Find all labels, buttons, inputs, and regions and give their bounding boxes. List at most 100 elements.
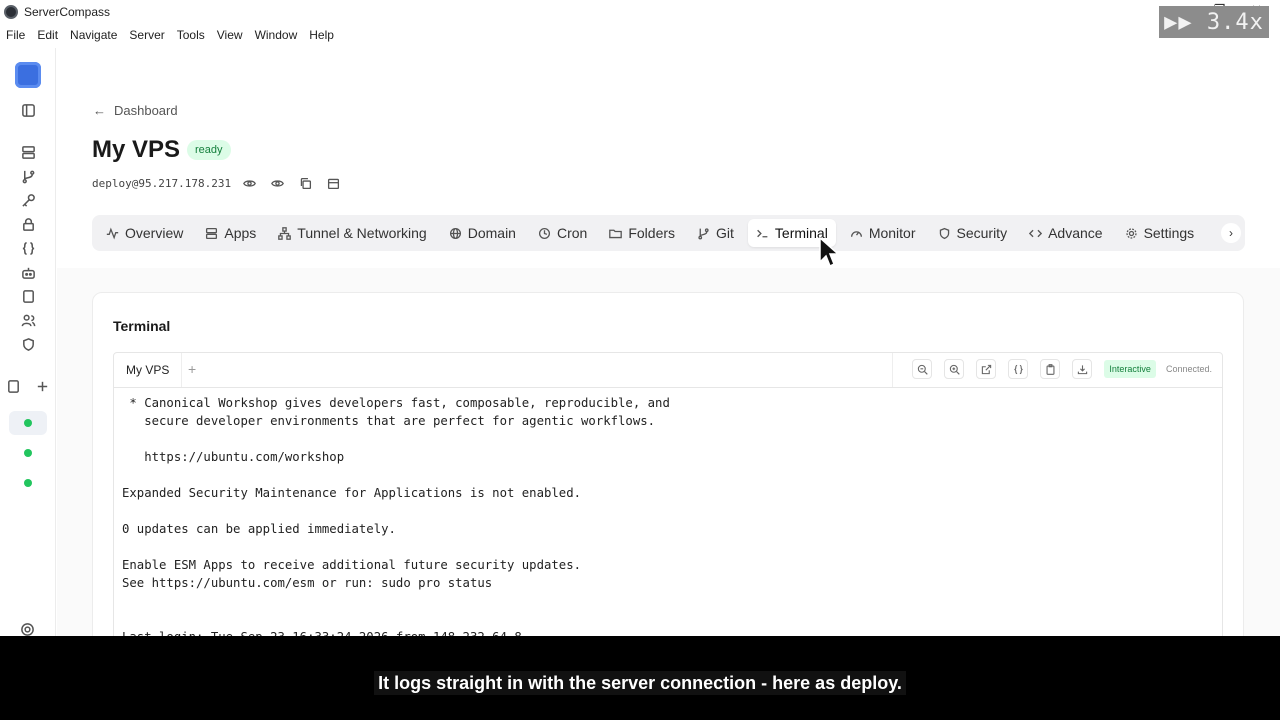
add-server-icon[interactable] — [34, 378, 50, 394]
tab-cron[interactable]: Cron — [530, 219, 595, 247]
title-bar: ServerCompass — ❐ ✕ — [0, 0, 1280, 24]
interactive-mode-badge[interactable]: Interactive — [1104, 360, 1156, 378]
external-link-icon[interactable] — [976, 359, 997, 379]
users-icon[interactable] — [20, 312, 36, 328]
terminal-line: Enable ESM Apps to receive additional fu… — [122, 558, 582, 572]
zoom-in-icon[interactable] — [944, 359, 965, 379]
eye-icon[interactable] — [269, 175, 285, 191]
tab-tunnel-networking[interactable]: Tunnel & Networking — [270, 219, 434, 247]
server-status-item-2[interactable] — [9, 441, 47, 465]
terminal-line: https://ubuntu.com/workshop — [122, 450, 345, 464]
tab-label: Overview — [125, 225, 184, 241]
server-status-item-3[interactable] — [9, 471, 47, 495]
zoom-out-icon[interactable] — [912, 359, 933, 379]
globe-icon — [449, 227, 461, 239]
main-content: ← Dashboard My VPS ready deploy@95.217.1… — [57, 48, 1280, 658]
sidebar-toggle-icon[interactable] — [20, 102, 36, 118]
download-icon[interactable] — [1072, 359, 1093, 379]
menu-file[interactable]: File — [6, 28, 25, 42]
new-window-icon[interactable] — [5, 378, 21, 394]
tab-security[interactable]: Security — [930, 219, 1016, 247]
caption-line: It logs straight in with the server conn… — [374, 671, 906, 695]
tab-overview[interactable]: Overview — [98, 219, 191, 247]
key-icon[interactable] — [20, 192, 36, 208]
server-tabs: Overview Apps Tunnel & Networking Domain… — [92, 215, 1245, 251]
tab-settings[interactable]: Settings — [1117, 219, 1203, 247]
calendar-icon[interactable] — [325, 175, 341, 191]
page-title: My VPS — [92, 136, 181, 163]
terminal-toolbar: My VPS + Interactive Connected. — [113, 352, 1223, 388]
code-icon — [1029, 229, 1043, 237]
shield-icon — [939, 227, 949, 239]
menu-help[interactable]: Help — [309, 28, 334, 42]
tab-git[interactable]: Git — [689, 219, 742, 247]
terminal-line: secure developer environments that are p… — [122, 414, 656, 428]
app-title: ServerCompass — [24, 5, 111, 19]
eye-icon[interactable] — [241, 175, 257, 191]
clock-icon — [538, 227, 550, 239]
online-dot-icon — [24, 479, 32, 487]
folder-icon — [609, 229, 623, 238]
arrow-left-icon: ← — [93, 103, 106, 118]
server-header: ← Dashboard My VPS ready deploy@95.217.1… — [57, 48, 1280, 268]
host-address: deploy@95.217.178.231 — [92, 176, 232, 190]
git-branch-icon[interactable] — [20, 168, 36, 184]
servers-icon[interactable] — [20, 144, 36, 160]
tab-monitor[interactable]: Monitor — [842, 219, 924, 247]
menu-bar: File Edit Navigate Server Tools View Win… — [0, 24, 346, 46]
tab-label: Monitor — [868, 225, 916, 241]
tab-advance[interactable]: Advance — [1021, 219, 1110, 247]
playback-speed-badge: ▶▶ 3.4x — [1159, 6, 1269, 38]
menu-view[interactable]: View — [217, 28, 243, 42]
tab-apps[interactable]: Apps — [197, 219, 264, 247]
terminal-card: Terminal My VPS + Interactive Connected.… — [92, 292, 1244, 658]
connection-status: Connected. — [1165, 364, 1212, 374]
gear-icon — [1125, 227, 1137, 239]
menu-window[interactable]: Window — [255, 28, 298, 42]
back-to-dashboard-link[interactable]: ← Dashboard — [93, 103, 178, 118]
terminal-session-tab[interactable]: My VPS — [114, 353, 183, 387]
menu-server[interactable]: Server — [129, 28, 164, 42]
copy-icon[interactable] — [297, 175, 313, 191]
host-line: deploy@95.217.178.231 — [92, 175, 353, 191]
tab-label: Git — [716, 225, 734, 241]
braces-icon[interactable] — [1008, 359, 1029, 379]
toolbar-divider — [892, 353, 893, 387]
activity-icon — [106, 227, 119, 239]
document-icon[interactable] — [20, 288, 36, 304]
terminal-line: Expanded Security Maintenance for Applic… — [122, 486, 582, 500]
shield-icon[interactable] — [20, 336, 36, 352]
menu-navigate[interactable]: Navigate — [70, 28, 117, 42]
mouse-pointer-icon — [819, 236, 840, 268]
gauge-icon — [850, 230, 862, 237]
menu-edit[interactable]: Edit — [37, 28, 58, 42]
tab-label: Advance — [1048, 225, 1103, 241]
tab-label: Tunnel & Networking — [297, 225, 427, 241]
card-title: Terminal — [113, 318, 171, 334]
workspace-logo-icon[interactable] — [15, 62, 41, 88]
terminal-output[interactable]: * Canonical Workshop gives developers fa… — [113, 388, 1223, 658]
menu-tools[interactable]: Tools — [177, 28, 205, 42]
back-label: Dashboard — [114, 103, 178, 118]
terminal-tools: Interactive Connected. — [912, 359, 1212, 379]
tab-label: Security — [956, 225, 1008, 241]
lock-icon[interactable] — [20, 216, 36, 232]
code-braces-icon[interactable] — [20, 240, 36, 256]
caption-text: It logs straight in with the server conn… — [0, 671, 1280, 695]
server-status-item-1[interactable] — [9, 411, 47, 435]
add-session-button[interactable]: + — [188, 361, 196, 377]
clipboard-icon[interactable] — [1040, 359, 1061, 379]
tab-folders[interactable]: Folders — [601, 219, 683, 247]
app-logo-icon — [4, 5, 18, 19]
chevron-right-icon[interactable]: › — [1221, 223, 1241, 243]
video-caption-bar: It logs straight in with the server conn… — [0, 636, 1280, 720]
robot-icon[interactable] — [20, 264, 36, 280]
stack-icon — [206, 227, 218, 239]
tab-label: Settings — [1143, 225, 1195, 241]
terminal-icon — [757, 229, 768, 237]
online-dot-icon — [24, 419, 32, 427]
terminal-line: * Canonical Workshop gives developers fa… — [122, 396, 670, 410]
tab-label: Folders — [628, 225, 676, 241]
tab-domain[interactable]: Domain — [441, 219, 524, 247]
git-branch-icon — [698, 227, 709, 239]
